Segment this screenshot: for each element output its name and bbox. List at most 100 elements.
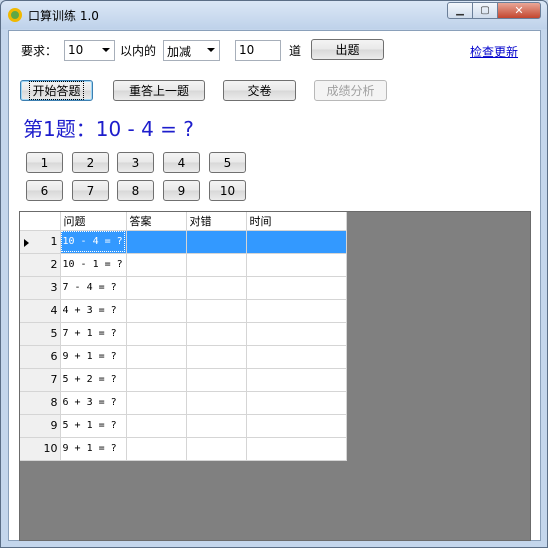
- operation-value: 加减: [167, 45, 192, 59]
- correct-cell[interactable]: [186, 230, 247, 254]
- question-cell[interactable]: 10 - 4 = ?: [60, 230, 127, 254]
- table-row[interactable]: 57 + 1 = ?: [20, 322, 347, 346]
- row-header[interactable]: 5: [20, 322, 61, 346]
- row-header[interactable]: 2: [20, 253, 61, 277]
- question-cell[interactable]: 5 + 2 = ?: [60, 368, 127, 392]
- correct-cell[interactable]: [186, 368, 247, 392]
- maximize-icon: ▢: [480, 5, 490, 16]
- column-header-correct[interactable]: 对错: [186, 212, 247, 231]
- operation-select[interactable]: 加减: [163, 40, 220, 61]
- table-row[interactable]: 75 + 2 = ?: [20, 368, 347, 392]
- question-cell[interactable]: 9 + 1 = ?: [60, 437, 127, 461]
- check-update-link[interactable]: 检查更新: [470, 43, 518, 60]
- answer-cell[interactable]: [126, 437, 187, 461]
- row-header[interactable]: 1: [20, 230, 61, 254]
- answer-cell[interactable]: [126, 414, 187, 438]
- time-cell[interactable]: [246, 391, 347, 415]
- row-header[interactable]: 8: [20, 391, 61, 415]
- correct-cell[interactable]: [186, 253, 247, 277]
- range-select[interactable]: 10: [64, 40, 115, 61]
- table-row[interactable]: 1 10 - 4 = ?: [20, 230, 347, 254]
- question-grid[interactable]: 问题 答案 对错 时间 1 10 - 4 = ? 2 10 - 1 = ? 3 7 - 4…: [19, 211, 531, 541]
- question-cell[interactable]: 10 - 1 = ?: [60, 253, 127, 277]
- number-button[interactable]: 2: [72, 152, 109, 173]
- number-button[interactable]: 1: [26, 152, 63, 173]
- table-row[interactable]: 2 10 - 1 = ?: [20, 253, 347, 277]
- redo-previous-button[interactable]: 重答上一题: [113, 80, 205, 101]
- row-header[interactable]: 10: [20, 437, 61, 461]
- number-button[interactable]: 6: [26, 180, 63, 201]
- question-count-value: 10: [239, 43, 255, 57]
- table-row[interactable]: 69 + 1 = ?: [20, 345, 347, 369]
- analysis-button[interactable]: 成绩分析: [314, 80, 387, 101]
- time-cell[interactable]: [246, 368, 347, 392]
- row-number: 10: [43, 442, 58, 455]
- row-header[interactable]: 7: [20, 368, 61, 392]
- minimize-icon: ▁: [456, 5, 464, 16]
- row-header[interactable]: 6: [20, 345, 61, 369]
- generate-button[interactable]: 出题: [311, 39, 384, 60]
- correct-cell[interactable]: [186, 437, 247, 461]
- column-header-question[interactable]: 问题: [60, 212, 127, 231]
- table-row[interactable]: 86 + 3 = ?: [20, 391, 347, 415]
- correct-cell[interactable]: [186, 299, 247, 323]
- start-button[interactable]: 开始答题: [20, 80, 93, 101]
- table-row[interactable]: 44 + 3 = ?: [20, 299, 347, 323]
- minimize-button[interactable]: ▁: [447, 2, 473, 19]
- main-panel: 要求： 10 以内的 加减 10 道 出题 检查更新 开始答题 重答上一题 交卷…: [8, 30, 541, 541]
- count-unit-label: 道: [289, 44, 302, 58]
- start-button-label: 开始答题: [29, 81, 84, 100]
- number-button[interactable]: 4: [163, 152, 200, 173]
- table-row[interactable]: 37 - 4 = ?: [20, 276, 347, 300]
- time-cell[interactable]: [246, 414, 347, 438]
- column-header-answer[interactable]: 答案: [126, 212, 187, 231]
- column-header-time[interactable]: 时间: [246, 212, 347, 231]
- correct-cell[interactable]: [186, 276, 247, 300]
- row-header[interactable]: 9: [20, 414, 61, 438]
- row-number: 3: [50, 281, 58, 294]
- row-header[interactable]: 4: [20, 299, 61, 323]
- number-button[interactable]: 9: [163, 180, 200, 201]
- answer-cell[interactable]: [126, 276, 187, 300]
- number-button-label: 9: [177, 183, 186, 198]
- question-cell[interactable]: 6 + 3 = ?: [60, 391, 127, 415]
- question-cell[interactable]: 5 + 1 = ?: [60, 414, 127, 438]
- number-button[interactable]: 8: [117, 180, 154, 201]
- title-bar[interactable]: 口算训练 1.0 ▁ ▢ ✕: [1, 1, 547, 29]
- submit-button[interactable]: 交卷: [223, 80, 296, 101]
- question-cell[interactable]: 9 + 1 = ?: [60, 345, 127, 369]
- question-count-input[interactable]: 10: [235, 40, 281, 61]
- correct-cell[interactable]: [186, 391, 247, 415]
- table-row[interactable]: 95 + 1 = ?: [20, 414, 347, 438]
- question-cell[interactable]: 4 + 3 = ?: [60, 299, 127, 323]
- maximize-button[interactable]: ▢: [472, 2, 498, 19]
- answer-cell[interactable]: [126, 345, 187, 369]
- answer-cell[interactable]: [126, 322, 187, 346]
- app-icon: [8, 8, 22, 22]
- time-cell[interactable]: [246, 230, 347, 254]
- correct-cell[interactable]: [186, 414, 247, 438]
- correct-cell[interactable]: [186, 345, 247, 369]
- number-button[interactable]: 7: [72, 180, 109, 201]
- time-cell[interactable]: [246, 322, 347, 346]
- answer-cell[interactable]: [126, 391, 187, 415]
- correct-cell[interactable]: [186, 322, 247, 346]
- number-button-label: 1: [40, 155, 49, 170]
- time-cell[interactable]: [246, 437, 347, 461]
- time-cell[interactable]: [246, 299, 347, 323]
- number-button[interactable]: 5: [209, 152, 246, 173]
- time-cell[interactable]: [246, 253, 347, 277]
- answer-cell[interactable]: [126, 253, 187, 277]
- time-cell[interactable]: [246, 345, 347, 369]
- row-header[interactable]: 3: [20, 276, 61, 300]
- answer-cell[interactable]: [126, 299, 187, 323]
- question-cell[interactable]: 7 - 4 = ?: [60, 276, 127, 300]
- question-cell[interactable]: 7 + 1 = ?: [60, 322, 127, 346]
- answer-cell[interactable]: [126, 230, 187, 254]
- number-button[interactable]: 3: [117, 152, 154, 173]
- answer-cell[interactable]: [126, 368, 187, 392]
- close-button[interactable]: ✕: [497, 2, 541, 19]
- number-button[interactable]: 10: [209, 180, 246, 201]
- time-cell[interactable]: [246, 276, 347, 300]
- table-row[interactable]: 10 9 + 1 = ?: [20, 437, 347, 461]
